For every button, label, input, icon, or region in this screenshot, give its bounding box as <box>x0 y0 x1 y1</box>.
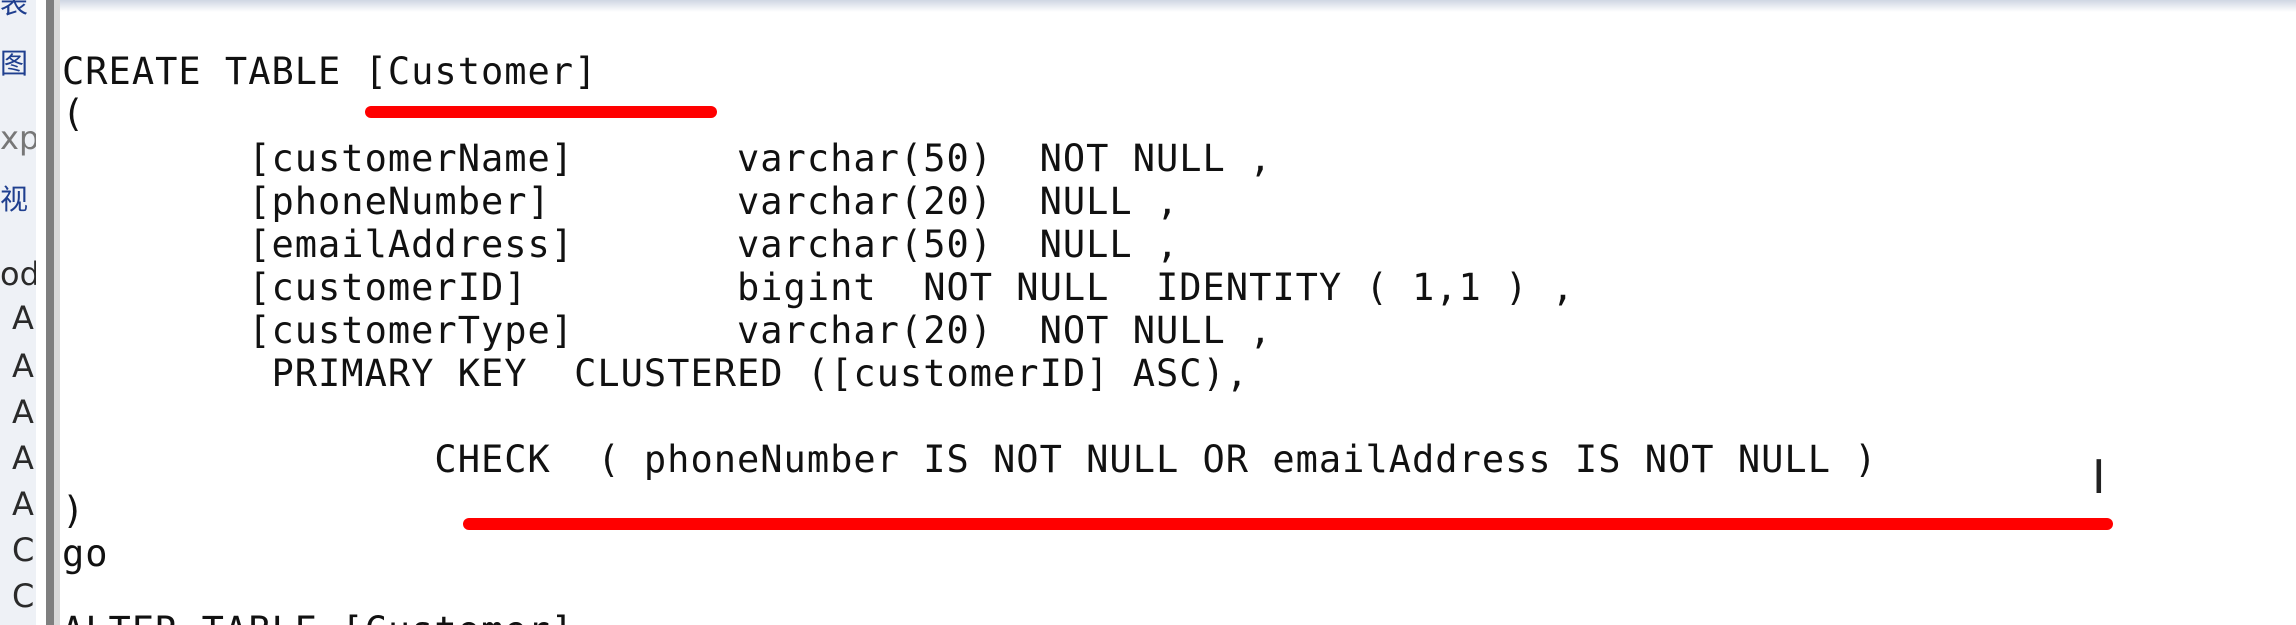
diagram-icon[interactable]: 图 <box>0 44 36 84</box>
code-line-7: [customerType] varchar(20) NOT NULL , <box>62 309 1273 352</box>
explorer-item-a4[interactable]: A <box>12 438 36 478</box>
explorer-item-xp[interactable]: xp <box>0 118 36 158</box>
explorer-item-a1[interactable]: A <box>12 298 36 338</box>
code-line-4: [phoneNumber] varchar(20) NULL , <box>62 180 1180 223</box>
panel-divider[interactable] <box>46 0 54 625</box>
code-line-12: go <box>62 532 109 575</box>
code-line-14: ALTER TABLE [Customer] <box>62 611 574 625</box>
explorer-item-a5[interactable]: A <box>12 484 36 524</box>
code-line-10: CHECK ( phoneNumber IS NOT NULL OR email… <box>62 438 1878 481</box>
code-line-6: [customerID] bigint NOT NULL IDENTITY ( … <box>62 266 1575 309</box>
explorer-item-c2[interactable]: C <box>12 576 36 616</box>
text-cursor-icon: I <box>2092 450 2106 504</box>
code-line-8: PRIMARY KEY CLUSTERED ([customerID] ASC)… <box>62 352 1250 395</box>
table-icon[interactable]: 表 <box>0 0 36 24</box>
code-line-3: [customerName] varchar(50) NOT NULL , <box>62 137 1273 180</box>
explorer-item-od[interactable]: od <box>0 254 36 294</box>
code-line-11: ) <box>62 489 86 532</box>
code-line-5: [emailAddress] varchar(50) NULL , <box>62 223 1180 266</box>
explorer-item-a3[interactable]: A <box>12 392 36 432</box>
explorer-item-a2[interactable]: A <box>12 346 36 386</box>
annotation-underline-customer <box>365 106 717 118</box>
object-explorer-panel: 表 图 xp 视 od A A A A A C C <box>0 0 36 625</box>
explorer-item-c1[interactable]: C <box>12 530 36 570</box>
code-line-1: CREATE TABLE [Customer] <box>62 50 598 93</box>
view-icon[interactable]: 视 <box>0 180 36 220</box>
code-line-2: ( <box>62 92 86 135</box>
sql-editor[interactable]: CREATE TABLE [Customer] ( [customerName]… <box>60 12 2296 625</box>
annotation-underline-check <box>463 518 2113 530</box>
